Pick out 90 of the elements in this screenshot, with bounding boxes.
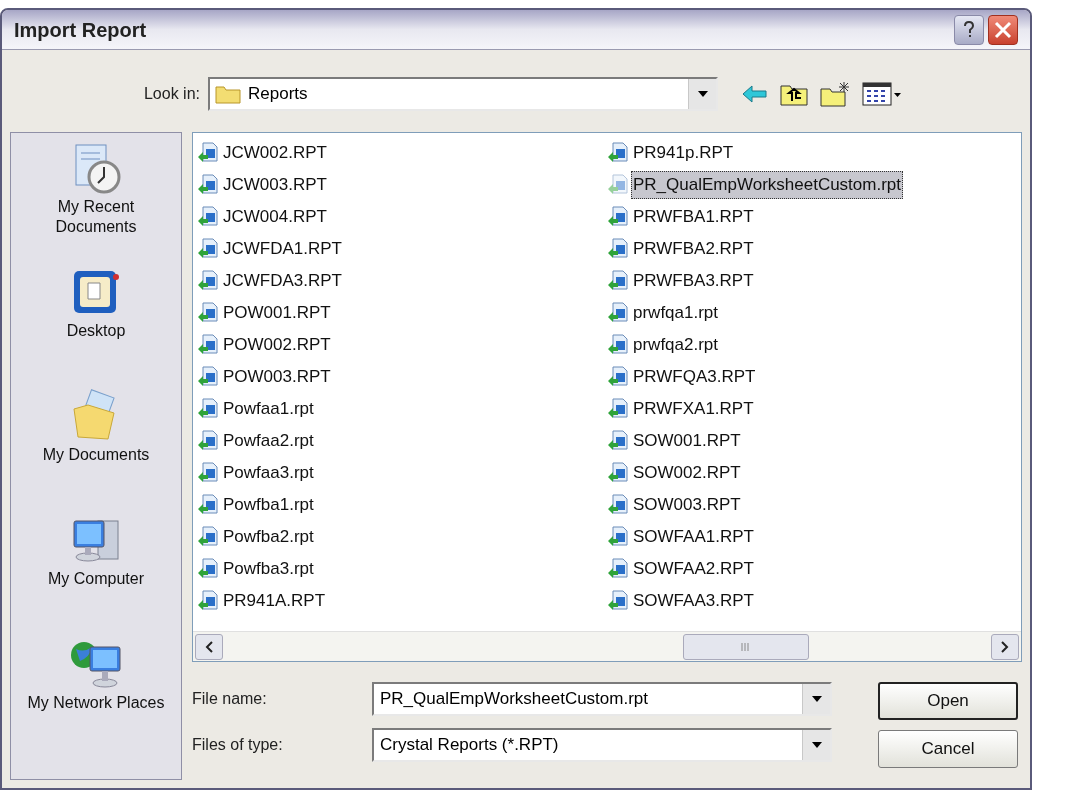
report-file-icon [197, 238, 219, 260]
file-item[interactable]: SOWFAA3.RPT [631, 587, 756, 615]
view-menu-icon[interactable] [862, 81, 902, 107]
report-file-icon [197, 334, 219, 356]
file-item[interactable]: Powfba2.rpt [221, 523, 316, 551]
file-item[interactable]: SOW001.RPT [631, 427, 743, 455]
open-button[interactable]: Open [878, 682, 1018, 720]
report-file-icon [197, 142, 219, 164]
close-button[interactable] [988, 14, 1018, 45]
file-item[interactable]: JCWFDA1.RPT [221, 235, 344, 263]
report-file-icon [197, 174, 219, 196]
file-item[interactable]: Powfaa3.rpt [221, 459, 316, 487]
file-item[interactable]: Powfba1.rpt [221, 491, 316, 519]
report-file-icon [197, 462, 219, 484]
file-item[interactable]: PRWFBA2.RPT [631, 235, 756, 263]
new-folder-icon[interactable] [820, 81, 850, 107]
report-file-icon [607, 398, 629, 420]
places-item[interactable]: My Recent Documents [11, 141, 181, 265]
report-file-icon [197, 302, 219, 324]
folder-up-icon[interactable] [780, 82, 808, 106]
question-mark-icon [963, 20, 975, 39]
right-chevron-icon [1001, 640, 1009, 653]
report-file-icon [607, 206, 629, 228]
file-item[interactable]: PR941p.RPT [631, 139, 736, 167]
report-file-icon [607, 558, 629, 580]
report-file-icon [607, 238, 629, 260]
file-type-label: Files of type: [192, 735, 284, 755]
file-item[interactable]: JCW002.RPT [221, 139, 329, 167]
file-item[interactable]: Powfaa1.rpt [221, 395, 316, 423]
report-file-icon [197, 590, 219, 612]
report-file-icon [607, 526, 629, 548]
help-button[interactable] [954, 14, 984, 45]
file-item[interactable]: JCW004.RPT [221, 203, 329, 231]
horizontal-scrollbar[interactable] [193, 631, 1021, 661]
places-item[interactable]: My Computer [11, 513, 181, 637]
left-chevron-icon [205, 640, 213, 653]
close-icon [994, 20, 1012, 39]
window-title: Import Report [14, 17, 148, 43]
file-type-dropdown[interactable]: Crystal Reports (*.RPT) [372, 728, 832, 762]
grip-icon [741, 643, 751, 651]
report-file-icon [197, 430, 219, 452]
file-item[interactable]: JCWFDA3.RPT [221, 267, 344, 295]
file-item[interactable]: PRWFXA1.RPT [631, 395, 756, 423]
file-item[interactable]: POW002.RPT [221, 331, 333, 359]
places-item[interactable]: Desktop [11, 265, 181, 389]
report-file-icon [607, 366, 629, 388]
report-file-icon [607, 270, 629, 292]
file-item[interactable]: POW003.RPT [221, 363, 333, 391]
folder-icon [214, 83, 242, 105]
file-item[interactable]: Powfaa2.rpt [221, 427, 316, 455]
places-item[interactable]: My Network Places [11, 637, 181, 761]
scroll-right-button[interactable] [991, 633, 1019, 660]
file-item[interactable]: PR_QualEmpWorksheetCustom.rpt [631, 171, 903, 199]
file-item[interactable]: prwfqa1.rpt [631, 299, 721, 327]
file-item[interactable]: PR941A.RPT [221, 587, 328, 615]
file-item[interactable]: SOWFAA2.RPT [631, 555, 756, 583]
file-item[interactable]: PRWFBA3.RPT [631, 267, 756, 295]
report-file-icon [197, 558, 219, 580]
report-file-icon [607, 142, 629, 164]
report-file-icon [197, 526, 219, 548]
scroll-thumb[interactable] [683, 634, 809, 660]
file-item[interactable]: POW001.RPT [221, 299, 333, 327]
file-item[interactable]: SOWFAA1.RPT [631, 523, 756, 551]
file-item[interactable]: prwfqa2.rpt [631, 331, 721, 359]
file-item[interactable]: JCW003.RPT [221, 171, 329, 199]
look-in-dropdown[interactable]: Reports [208, 77, 718, 111]
scroll-left-button[interactable] [195, 633, 223, 660]
back-arrow-icon[interactable] [742, 85, 768, 103]
report-file-icon [197, 206, 219, 228]
file-name-field[interactable]: PR_QualEmpWorksheetCustom.rpt [372, 682, 832, 716]
file-item[interactable]: SOW002.RPT [631, 459, 743, 487]
file-item[interactable]: SOW003.RPT [631, 491, 743, 519]
report-file-icon [607, 590, 629, 612]
file-item[interactable]: Powfba3.rpt [221, 555, 316, 583]
report-file-icon [607, 302, 629, 324]
report-file-icon [607, 174, 629, 196]
cancel-button[interactable]: Cancel [878, 730, 1018, 768]
report-file-icon [197, 270, 219, 292]
report-file-icon [197, 366, 219, 388]
report-file-icon [607, 334, 629, 356]
report-file-icon [607, 430, 629, 452]
look-in-label: Look in: [142, 84, 201, 104]
report-file-icon [197, 398, 219, 420]
report-file-icon [607, 494, 629, 516]
file-name-label: File name: [192, 689, 268, 709]
report-file-icon [197, 494, 219, 516]
file-item[interactable]: PRWFBA1.RPT [631, 203, 756, 231]
places-item[interactable]: My Documents [11, 389, 181, 513]
report-file-icon [607, 462, 629, 484]
file-item[interactable]: PRWFQA3.RPT [631, 363, 758, 391]
